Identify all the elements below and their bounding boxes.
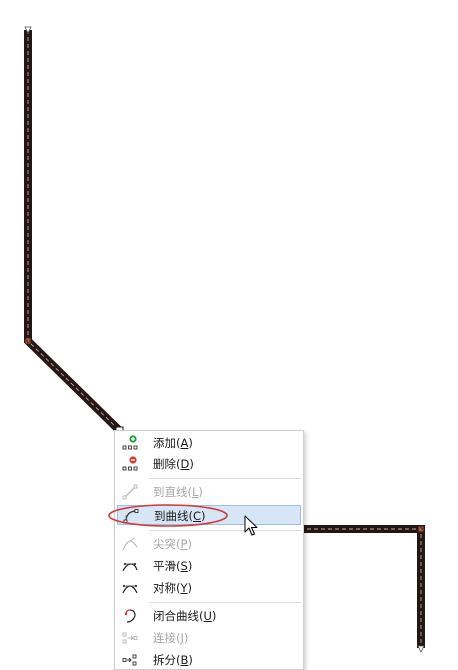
- menu-item-delete[interactable]: 删除(D): [117, 454, 301, 474]
- menu-item-join[interactable]: 连接(J): [117, 628, 301, 648]
- break-apart-icon: [122, 654, 137, 666]
- menu-separator: [149, 530, 301, 531]
- menu-separator: [149, 478, 301, 479]
- menu-item-label: 到直线(L): [153, 485, 203, 499]
- menu-item-label: 对称(Y): [153, 581, 193, 595]
- path-left-segment[interactable]: [24, 30, 124, 435]
- menu-item-to-line[interactable]: 到直线(L): [117, 482, 301, 502]
- menu-item-smooth[interactable]: 平滑(S): [117, 556, 301, 576]
- close-curve-icon: [124, 609, 136, 623]
- menu-item-label: 闭合曲线(U): [153, 609, 217, 623]
- path-end-node[interactable]: [417, 645, 425, 653]
- menu-item-symmetrical[interactable]: 对称(Y): [117, 578, 301, 598]
- menu-item-label: 尖突(P): [153, 537, 192, 551]
- smooth-icon: [122, 562, 138, 572]
- menu-item-break-apart[interactable]: 拆分(B): [117, 650, 301, 669]
- menu-item-label: 删除(D): [153, 457, 194, 471]
- menu-item-to-curve[interactable]: 到曲线(C): [117, 505, 301, 525]
- menu-separator: [149, 602, 301, 603]
- path-right-segment[interactable]: [300, 525, 425, 648]
- menu-item-cusp[interactable]: 尖突(P): [117, 534, 301, 554]
- cusp-icon: [122, 537, 138, 551]
- join-icon: [122, 632, 138, 644]
- node-context-menu: 添加(A) 删除(D) 到直线(L) 到曲线(C) 尖突(P) 平滑(S) 对称…: [114, 430, 304, 670]
- delete-node-icon: [122, 456, 138, 471]
- menu-item-label: 平滑(S): [153, 559, 193, 573]
- menu-item-label: 到曲线(C): [154, 509, 206, 523]
- to-curve-icon: [123, 509, 139, 524]
- menu-item-add[interactable]: 添加(A): [117, 433, 301, 453]
- to-line-icon: [122, 484, 138, 500]
- menu-item-close-curve[interactable]: 闭合曲线(U): [117, 606, 301, 626]
- menu-item-label: 连接(J): [153, 631, 189, 645]
- mouse-pointer-icon: [244, 515, 258, 536]
- add-node-icon: [122, 435, 138, 450]
- menu-item-label: 拆分(B): [153, 653, 193, 667]
- symmetrical-icon: [122, 584, 138, 594]
- menu-item-label: 添加(A): [153, 436, 193, 450]
